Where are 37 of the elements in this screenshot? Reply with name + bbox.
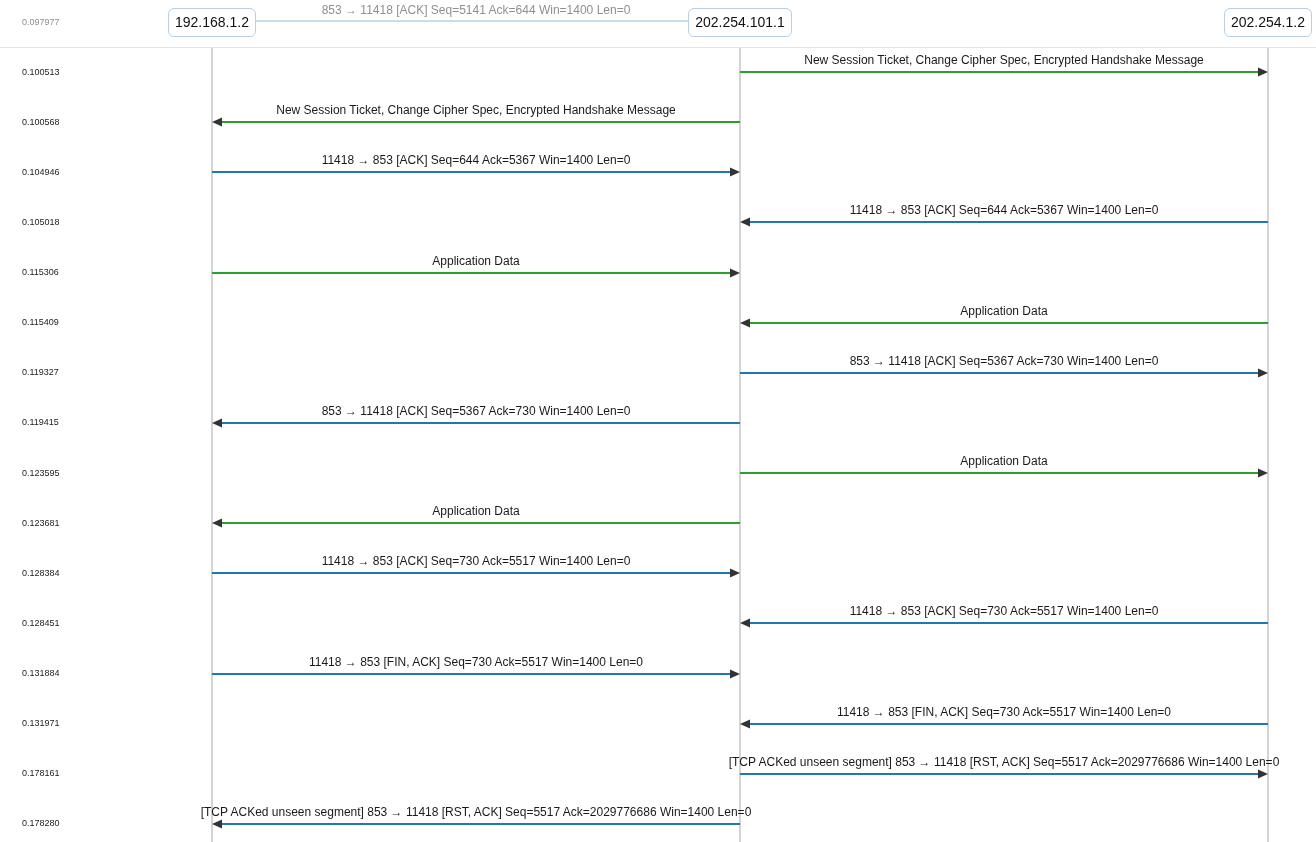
host-node: 202.254.1.2 bbox=[1224, 8, 1312, 37]
message-label: 11418 → 853 [ACK] Seq=730 Ack=5517 Win=1400 Len=0 bbox=[849, 604, 1159, 619]
timestamp: 0.105018 bbox=[22, 216, 60, 228]
message-label: 11418 → 853 [ACK] Seq=644 Ack=5367 Win=1400 Len=0 bbox=[849, 203, 1159, 218]
timestamp: 0.131884 bbox=[22, 668, 60, 679]
host-node: 192.168.1.2 bbox=[168, 8, 256, 37]
message-label: 853 → 11418 [ACK] Seq=5141 Ack=644 Win=1400 Len=0 bbox=[321, 3, 631, 17]
host-node: 202.254.101.1 bbox=[688, 8, 792, 37]
message-label: 11418 → 853 [ACK] Seq=644 Ack=5367 Win=1400 Len=0 bbox=[321, 153, 631, 168]
message-label: [TCP ACKed unseen segment] 853 → 11418 [RST, ACK] Seq=5517 Ack=2029776686 Win=1400 Len=0 bbox=[728, 754, 1280, 769]
timestamp: 0.119415 bbox=[22, 417, 59, 429]
timestamp: 0.104946 bbox=[22, 166, 60, 178]
timestamp: 0.128451 bbox=[22, 617, 60, 629]
message-label: 11418 → 853 [ACK] Seq=730 Ack=5517 Win=1400 Len=0 bbox=[321, 554, 631, 569]
timestamp: 0.115409 bbox=[22, 317, 59, 329]
message-label: 11418 → 853 [FIN, ACK] Seq=730 Ack=5517 Win=1400 Len=0 bbox=[837, 704, 1171, 719]
timestamp: 0.097977 bbox=[22, 16, 60, 28]
message-label: 853 → 11418 [ACK] Seq=5367 Ack=730 Win=1400 Len=0 bbox=[321, 403, 631, 418]
message-label: New Session Ticket, Change Cipher Spec, Encrypted Handshake Message bbox=[804, 53, 1204, 67]
message-label: [TCP ACKed unseen segment] 853 → 11418 [RST, ACK] Seq=5517 Ack=2029776686 Win=1400 Len=0 bbox=[200, 804, 752, 819]
timestamp: 0.123681 bbox=[22, 517, 60, 529]
message-label: Application Data bbox=[432, 253, 520, 268]
timestamp: 0.100568 bbox=[22, 116, 60, 128]
message-label: Application Data bbox=[960, 454, 1048, 468]
timestamp: 0.115306 bbox=[22, 267, 59, 278]
timestamp: 0.123595 bbox=[22, 467, 60, 479]
message-label: New Session Ticket, Change Cipher Spec, Encrypted Handshake Message bbox=[276, 103, 676, 118]
message-label: Application Data bbox=[960, 303, 1048, 318]
timestamp: 0.131971 bbox=[22, 718, 60, 730]
timestamp: 0.119327 bbox=[22, 367, 59, 379]
message-label: Application Data bbox=[432, 504, 520, 519]
timestamp: 0.100513 bbox=[22, 66, 60, 78]
timestamp: 0.178280 bbox=[22, 818, 60, 830]
timestamp: 0.128384 bbox=[22, 567, 60, 579]
message-label: 11418 → 853 [FIN, ACK] Seq=730 Ack=5517 Win=1400 Len=0 bbox=[309, 654, 643, 669]
timestamp: 0.178161 bbox=[22, 768, 60, 780]
message-label: 853 → 11418 [ACK] Seq=5367 Ack=730 Win=1400 Len=0 bbox=[849, 353, 1159, 368]
